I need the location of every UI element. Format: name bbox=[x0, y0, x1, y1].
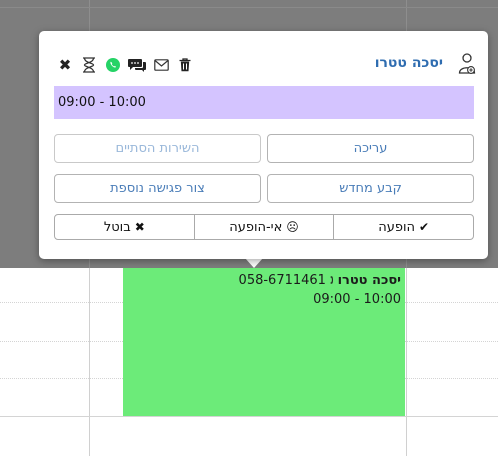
check-icon: ✔ bbox=[419, 220, 430, 234]
appointment-client-name: יסכה טטרו bbox=[337, 273, 401, 288]
service-completed-button[interactable]: השירות הסתיים bbox=[54, 134, 261, 163]
grid-line bbox=[406, 268, 407, 456]
create-another-meeting-label: צור פגישה נוספת bbox=[110, 181, 205, 196]
appointment-time-range: 09:00 - 10:00 bbox=[58, 95, 146, 110]
edit-button-label: עריכה bbox=[353, 141, 388, 156]
appointment-time: 09:00 - 10:00 bbox=[313, 292, 401, 307]
phone-icon: 🕽 bbox=[329, 273, 334, 287]
create-another-meeting-button[interactable]: צור פגישה נוספת bbox=[54, 174, 261, 203]
grid-line bbox=[405, 378, 498, 379]
appointment-popup: יסכה טטרו ✖ 09:00 - 10:00 עריכה השירות ה… bbox=[39, 31, 488, 259]
grid-line bbox=[405, 302, 498, 303]
close-icon[interactable]: ✖ bbox=[53, 55, 77, 75]
show-label: הופעה bbox=[378, 219, 416, 235]
appointment-block[interactable]: יסכה טטרו 🕽 058-6711461 09:00 - 10:00 bbox=[123, 268, 405, 416]
popup-toolbar: ✖ bbox=[53, 55, 197, 75]
popup-header: יסכה טטרו ✖ bbox=[39, 31, 488, 86]
appointment-time-bar: 09:00 - 10:00 bbox=[54, 86, 474, 119]
service-completed-label: השירות הסתיים bbox=[115, 141, 200, 156]
sms-icon[interactable] bbox=[125, 55, 149, 75]
grid-line bbox=[0, 302, 123, 303]
show-button[interactable]: ✔ הופעה bbox=[334, 215, 473, 239]
appointment-phone: 058-6711461 bbox=[238, 273, 326, 288]
appointment-title-line: יסכה טטרו 🕽 058-6711461 bbox=[127, 271, 401, 290]
reschedule-label: קבע מחדש bbox=[339, 181, 402, 196]
grid-line bbox=[0, 416, 498, 417]
popup-pointer bbox=[245, 258, 263, 268]
reschedule-button[interactable]: קבע מחדש bbox=[267, 174, 474, 203]
delete-icon[interactable] bbox=[173, 55, 197, 75]
grid-line bbox=[0, 341, 123, 342]
cancelled-button[interactable]: ✖ בוטל bbox=[55, 215, 195, 239]
whatsapp-icon[interactable] bbox=[101, 55, 125, 75]
sad-face-icon: ☹ bbox=[286, 220, 299, 234]
x-icon: ✖ bbox=[134, 220, 145, 234]
no-show-button[interactable]: ☹ אי-הופעה bbox=[195, 215, 335, 239]
appointment-time-line: 09:00 - 10:00 bbox=[127, 290, 401, 309]
grid-line bbox=[89, 268, 90, 456]
grid-line bbox=[405, 341, 498, 342]
client-name-link[interactable]: יסכה טטרו bbox=[375, 55, 443, 71]
add-person-icon[interactable] bbox=[458, 53, 476, 75]
grid-line bbox=[0, 7, 498, 8]
attendance-status-group: ✔ הופעה ☹ אי-הופעה ✖ בוטל bbox=[54, 214, 474, 240]
edit-button[interactable]: עריכה bbox=[267, 134, 474, 163]
cancelled-label: בוטל bbox=[103, 219, 131, 235]
grid-line bbox=[0, 378, 123, 379]
no-show-label: אי-הופעה bbox=[229, 219, 283, 235]
hourglass-icon[interactable] bbox=[77, 55, 101, 75]
email-icon[interactable] bbox=[149, 55, 173, 75]
